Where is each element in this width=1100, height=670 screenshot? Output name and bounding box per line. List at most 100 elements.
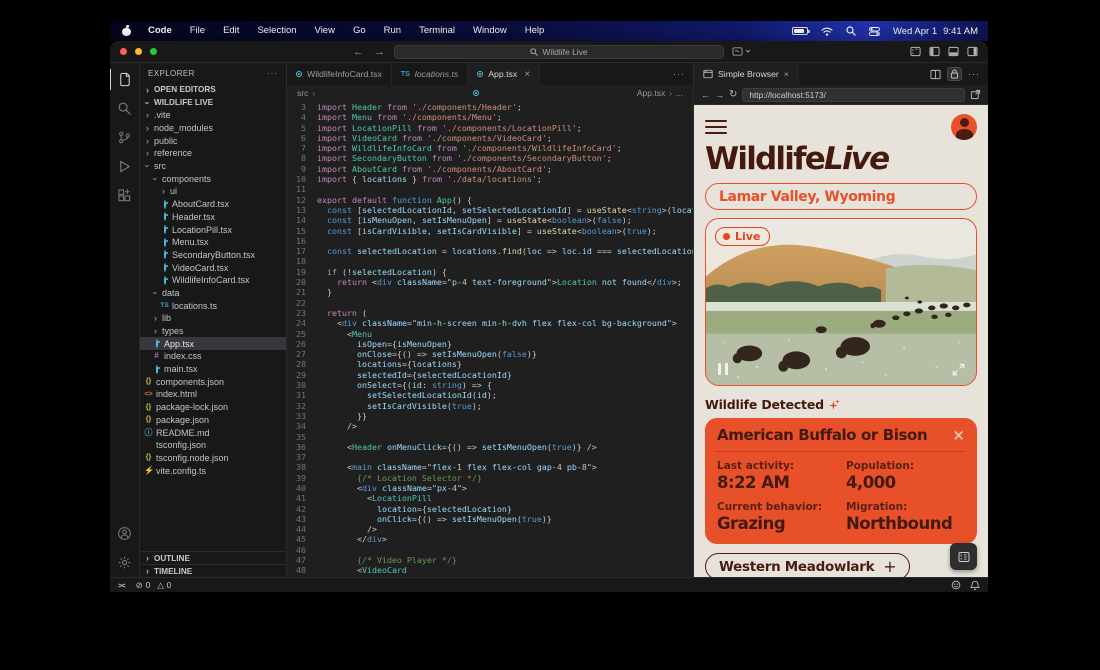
close-tab-icon[interactable]: ×: [784, 69, 789, 79]
code-line[interactable]: 24 <div className="min-h-screen min-h-dv…: [287, 318, 693, 328]
notifications-bell-icon[interactable]: [970, 580, 980, 591]
browser-reload-button[interactable]: ↻: [729, 89, 737, 100]
tree-item-menu-tsx[interactable]: Menu.tsx: [140, 236, 286, 249]
code-line[interactable]: 43 onClick={() => setIsMenuOpen(true)}: [287, 514, 693, 524]
devtools-float-button[interactable]: [950, 543, 977, 570]
code-line[interactable]: 44 />: [287, 524, 693, 534]
tree-item--vite[interactable]: ›.vite: [140, 109, 286, 122]
tree-item-lib[interactable]: ›lib: [140, 312, 286, 325]
tree-item-locationpill-tsx[interactable]: LocationPill.tsx: [140, 223, 286, 236]
tree-item-components[interactable]: ›components: [140, 172, 286, 185]
explorer-icon[interactable]: [110, 65, 140, 94]
tree-item-reference[interactable]: ›reference: [140, 147, 286, 160]
tree-item-index-html[interactable]: <>index.html: [140, 388, 286, 401]
run-debug-icon[interactable]: [110, 152, 140, 181]
tree-item-vite-config-ts[interactable]: ⚡vite.config.ts: [140, 464, 286, 477]
code-line[interactable]: 45 </div>: [287, 534, 693, 544]
breadcrumb-item[interactable]: src: [297, 88, 308, 98]
code-line[interactable]: 18: [287, 256, 693, 266]
tree-item-public[interactable]: ›public: [140, 134, 286, 147]
menu-item-edit[interactable]: Edit: [214, 21, 248, 41]
editor-more-actions[interactable]: ···: [665, 63, 693, 85]
code-line[interactable]: 47 {/* Video Player */}: [287, 555, 693, 565]
code-line[interactable]: 17 const selectedLocation = locations.fi…: [287, 246, 693, 256]
profile-avatar[interactable]: [951, 114, 977, 140]
code-line[interactable]: 25 <Menu: [287, 329, 693, 339]
panel-more-actions[interactable]: ···: [968, 69, 980, 79]
code-line[interactable]: 19 if (!selectedLocation) {: [287, 267, 693, 277]
history-back-button[interactable]: ←: [353, 46, 364, 58]
location-pill-button[interactable]: Lamar Valley, Wyoming: [705, 183, 977, 210]
command-center-search[interactable]: Wildlife Live: [394, 45, 724, 59]
menu-item-run[interactable]: Run: [375, 21, 410, 41]
close-card-icon[interactable]: ×: [952, 428, 965, 443]
browser-back-button[interactable]: ←: [701, 90, 710, 100]
lock-preview-button[interactable]: [947, 67, 962, 81]
code-line[interactable]: 5import LocationPill from './components/…: [287, 123, 693, 133]
wifi-icon[interactable]: [821, 27, 833, 36]
browser-forward-button[interactable]: →: [715, 90, 724, 100]
code-line[interactable]: 48 <VideoCard: [287, 565, 693, 575]
code-editor[interactable]: 3import Header from './components/Header…: [287, 101, 693, 577]
tree-item-main-tsx[interactable]: main.tsx: [140, 363, 286, 376]
zoom-window-button[interactable]: [150, 48, 157, 55]
workspace-root-section[interactable]: ›WILDLIFE LIVE: [140, 96, 286, 109]
code-line[interactable]: 7import WildlifeInfoCard from './compone…: [287, 143, 693, 153]
toggle-secondary-sidebar-icon[interactable]: [967, 46, 978, 57]
tree-item-secondarybutton-tsx[interactable]: SecondaryButton.tsx: [140, 249, 286, 262]
code-line[interactable]: 37: [287, 452, 693, 462]
code-line[interactable]: 22: [287, 298, 693, 308]
code-line[interactable]: 27 onClose={() => setIsMenuOpen(false)}: [287, 349, 693, 359]
tree-item-aboutcard-tsx[interactable]: AboutCard.tsx: [140, 198, 286, 211]
code-line[interactable]: 6import VideoCard from './components/Vid…: [287, 133, 693, 143]
tree-item-data[interactable]: ›data: [140, 287, 286, 300]
breadcrumb-item[interactable]: App.tsx: [637, 88, 665, 98]
code-line[interactable]: 15 const [isCardVisible, setIsCardVisibl…: [287, 226, 693, 236]
code-line[interactable]: 34 />: [287, 421, 693, 431]
tree-item-components-json[interactable]: {}components.json: [140, 375, 286, 388]
video-card[interactable]: Live: [705, 218, 977, 386]
code-line[interactable]: 8import SecondaryButton from './componen…: [287, 153, 693, 163]
accounts-icon[interactable]: [110, 519, 140, 548]
remote-indicator[interactable]: ><: [118, 581, 124, 590]
tab-wildlifeinfocard-tsx[interactable]: WildlifeInfoCard.tsx: [287, 63, 392, 85]
code-line[interactable]: 39 {/* Location Selector */}: [287, 473, 693, 483]
code-line[interactable]: 20 return <div className="p-4 text-foreg…: [287, 277, 693, 287]
menu-hamburger-button[interactable]: [705, 120, 727, 134]
breadcrumb-item[interactable]: ...: [676, 88, 683, 98]
code-line[interactable]: 28 locations={locations}: [287, 359, 693, 369]
split-editor-icon[interactable]: [930, 69, 941, 80]
tree-item-readme-md[interactable]: ⓘREADME.md: [140, 426, 286, 439]
feedback-icon[interactable]: [951, 580, 961, 590]
code-line[interactable]: 31 setSelectedLocationId(id);: [287, 390, 693, 400]
tree-item-videocard-tsx[interactable]: VideoCard.tsx: [140, 261, 286, 274]
code-line[interactable]: 41 <LocationPill: [287, 493, 693, 503]
history-forward-button[interactable]: →: [374, 46, 385, 58]
open-external-icon[interactable]: [970, 89, 981, 100]
code-line[interactable]: 12export default function App() {: [287, 195, 693, 205]
code-line[interactable]: 32 setIsCardVisible(true);: [287, 401, 693, 411]
tree-item-header-tsx[interactable]: Header.tsx: [140, 211, 286, 224]
menu-item-selection[interactable]: Selection: [248, 21, 305, 41]
tree-item-wildlifeinfocard-tsx[interactable]: WildlifeInfoCard.tsx: [140, 274, 286, 287]
tree-item-node-modules[interactable]: ›node_modules: [140, 122, 286, 135]
code-line[interactable]: 29 selectedId={selectedLocationId}: [287, 370, 693, 380]
menu-item-help[interactable]: Help: [516, 21, 554, 41]
apple-menu-icon[interactable]: [122, 26, 131, 36]
code-line[interactable]: 10import { locations } from './data/loca…: [287, 174, 693, 184]
spotlight-search-icon[interactable]: [846, 26, 856, 36]
menu-item-file[interactable]: File: [181, 21, 214, 41]
tree-item-app-tsx[interactable]: App.tsx: [140, 337, 286, 350]
code-line[interactable]: 21 }: [287, 287, 693, 297]
species-pill-button[interactable]: Western Meadowlark+: [705, 553, 910, 577]
code-line[interactable]: 3import Header from './components/Header…: [287, 102, 693, 112]
code-line[interactable]: 35: [287, 432, 693, 442]
search-sidebar-icon[interactable]: [110, 94, 140, 123]
tree-item-package-json[interactable]: {}package.json: [140, 414, 286, 427]
tree-item-ui[interactable]: ›ui: [140, 185, 286, 198]
code-line[interactable]: 4import Menu from './components/Menu';: [287, 112, 693, 122]
tree-item-src[interactable]: ›src: [140, 160, 286, 173]
tree-item-types[interactable]: ›types: [140, 325, 286, 338]
breadcrumb[interactable]: src›App.tsx›...: [287, 85, 693, 101]
tab-simple-browser[interactable]: Simple Browser ×: [694, 63, 799, 85]
